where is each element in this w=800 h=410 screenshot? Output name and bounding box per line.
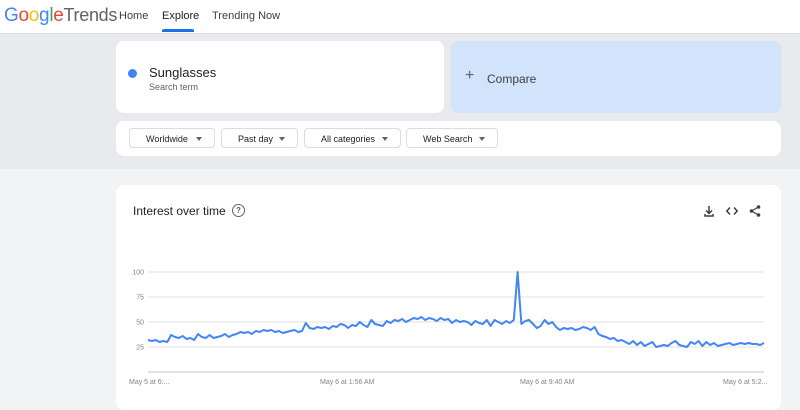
filter-search-type[interactable]: Web Search	[406, 128, 498, 148]
nav-explore[interactable]: Explore	[162, 10, 199, 22]
plus-icon: +	[465, 67, 475, 84]
filter-time-range[interactable]: Past day	[221, 128, 298, 148]
filter-time-label: Past day	[238, 134, 274, 144]
filter-location[interactable]: Worldwide	[129, 128, 215, 148]
x-tick-label: May 6 at 1:56 AM	[320, 379, 375, 386]
y-tick-label: 100	[132, 270, 144, 277]
y-tick-label: 50	[136, 320, 144, 327]
dropdown-caret-icon	[479, 137, 485, 141]
active-nav-indicator	[162, 29, 194, 32]
y-tick-label: 75	[136, 295, 144, 302]
series-line-sunglasses[interactable]	[147, 271, 765, 348]
term-color-dot	[128, 69, 137, 78]
filter-category-label: All categories	[321, 134, 376, 144]
search-term-type: Search term	[149, 82, 199, 92]
compare-label: Compare	[487, 72, 537, 86]
chart-gridlines	[148, 271, 764, 373]
series-layer	[147, 271, 765, 348]
search-term-text[interactable]: Sunglasses	[149, 65, 216, 80]
x-tick-label: May 6 at 5:2...	[723, 379, 767, 386]
y-tick-label: 25	[136, 345, 144, 352]
filter-location-label: Worldwide	[146, 134, 188, 144]
x-tick-label: May 5 at 6:...	[129, 379, 170, 386]
google-trends-logo[interactable]: GoogleTrends	[4, 5, 117, 27]
x-tick-label: May 6 at 9:40 AM	[520, 379, 575, 386]
filter-search-type-label: Web Search	[423, 134, 473, 144]
compare-button[interactable]: + Compare	[451, 41, 781, 113]
logo-google-text: Google	[4, 5, 64, 26]
nav-trending-now[interactable]: Trending Now	[212, 10, 280, 22]
x-axis-ticks: May 5 at 6:... May 6 at 1:56 AM May 6 at 9…	[129, 379, 767, 386]
dropdown-caret-icon	[382, 137, 388, 141]
filter-bar: Worldwide Past day All categories Web Se…	[116, 121, 781, 156]
interest-over-time-card: Interest over time ? 100 75 50 25 May 5 at …	[116, 185, 781, 410]
search-term-card[interactable]: Sunglasses Search term	[116, 41, 444, 113]
y-axis-ticks: 100 75 50 25	[132, 270, 144, 352]
dropdown-caret-icon	[279, 137, 285, 141]
logo-product-text: Trends	[63, 5, 118, 25]
top-app-bar: GoogleTrends Home Explore Trending Now	[0, 0, 800, 34]
filter-category[interactable]: All categories	[304, 128, 401, 148]
interest-chart: 100 75 50 25 May 5 at 6:... May 6 at 1:56 AM…	[129, 270, 767, 387]
dropdown-caret-icon	[196, 137, 202, 141]
nav-home[interactable]: Home	[119, 10, 148, 22]
